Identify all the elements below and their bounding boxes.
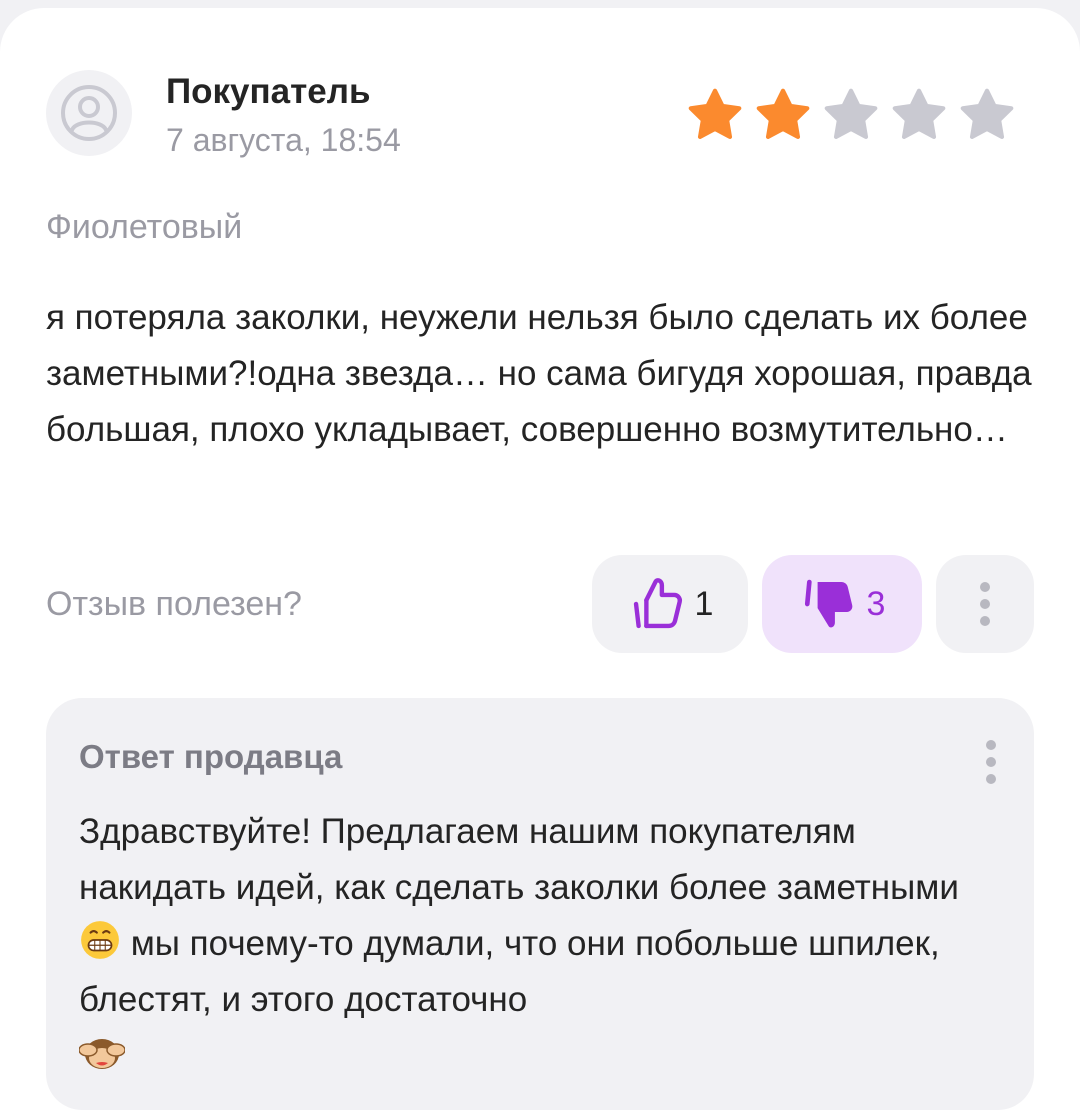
review-card: Покупатель 7 августа, 18:54 Фиолетовый я… [0,8,1080,1113]
thumbs-down-icon [804,579,852,628]
star-rating [684,84,1018,146]
seller-reply-more-button[interactable] [976,734,1006,790]
review-text: я потеряла заколки, неужели нельзя было … [46,298,1032,449]
star-icon [756,88,810,140]
star-icon [892,88,946,140]
like-button[interactable]: 1 [592,555,748,653]
see-no-evil-monkey-emoji [79,1039,125,1069]
avatar[interactable] [46,70,132,156]
thumbs-up-icon [633,578,682,629]
user-icon [61,85,117,141]
more-vertical-icon [986,740,996,784]
seller-reply-text-part1: Здравствуйте! Предлагаем нашим покупател… [79,812,959,907]
more-vertical-icon [980,582,990,626]
star-icon [960,88,1014,140]
star-icon [688,88,742,140]
dislike-count: 3 [866,584,886,623]
dislike-button[interactable]: 3 [762,555,922,653]
review-more-button[interactable] [936,555,1034,653]
helpful-label: Отзыв полезен? [46,585,302,623]
seller-reply: Ответ продавца Здравствуйте! Предлагаем … [46,698,1034,1110]
author-name: Покупатель [166,72,371,111]
seller-reply-title: Ответ продавца [79,738,343,775]
seller-reply-text: Здравствуйте! Предлагаем нашим покупател… [79,804,1009,1084]
like-count: 1 [694,584,714,623]
grinning-face-emoji [81,921,119,959]
product-variant: Фиолетовый [46,208,243,246]
seller-reply-text-part2: мы почему-то думали, что они побольше шп… [79,924,940,1019]
star-icon [824,88,878,140]
review-date: 7 августа, 18:54 [166,122,401,158]
